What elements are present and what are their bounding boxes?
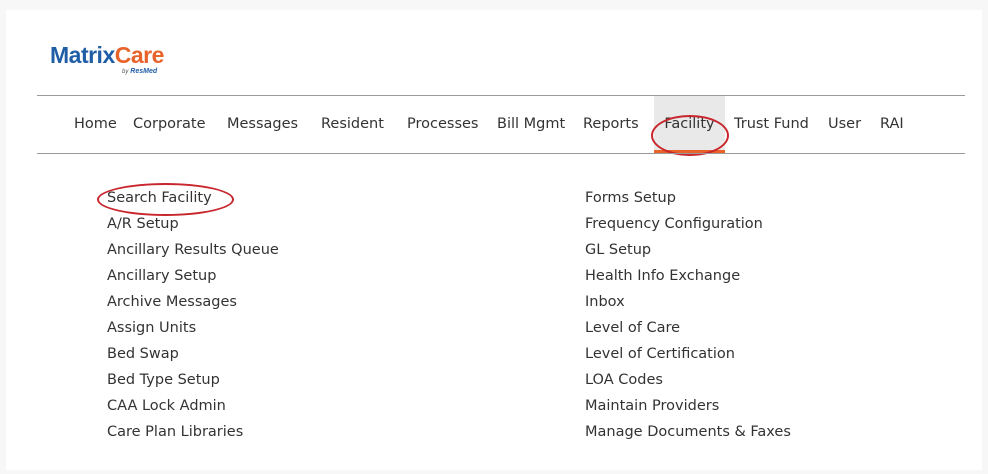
nav-messages[interactable]: Messages (227, 96, 298, 153)
menu-item-gl-setup[interactable]: GL Setup (585, 241, 651, 259)
logo-byline: by ResMed (122, 68, 157, 75)
menu-item-frequency-configuration[interactable]: Frequency Configuration (585, 215, 763, 233)
menu-item-inbox[interactable]: Inbox (585, 293, 625, 311)
menu-item-assign-units[interactable]: Assign Units (107, 319, 196, 337)
nav-user[interactable]: User (828, 96, 861, 153)
nav-home[interactable]: Home (74, 96, 117, 153)
menu-item-archive-messages[interactable]: Archive Messages (107, 293, 237, 311)
logo-byline-prefix: by (122, 69, 129, 75)
matrixcare-logo[interactable]: MatrixCare by ResMed (50, 42, 165, 75)
menu-item-care-plan-libraries[interactable]: Care Plan Libraries (107, 423, 243, 441)
menu-item-forms-setup[interactable]: Forms Setup (585, 189, 676, 207)
menu-item-bed-type-setup[interactable]: Bed Type Setup (107, 371, 220, 389)
logo-care-text: Care (114, 42, 165, 68)
menu-item-level-of-care[interactable]: Level of Care (585, 319, 680, 337)
menu-item-bed-swap[interactable]: Bed Swap (107, 345, 179, 363)
menu-item-loa-codes[interactable]: LOA Codes (585, 371, 663, 389)
nav-rai[interactable]: RAI (880, 96, 904, 153)
menu-item-ancillary-results-queue[interactable]: Ancillary Results Queue (107, 241, 279, 259)
menu-item-level-of-certification[interactable]: Level of Certification (585, 345, 735, 363)
nav-facility-label: Facility (664, 116, 715, 132)
nav-bottom-divider (37, 153, 965, 154)
nav-processes[interactable]: Processes (407, 96, 478, 153)
menu-item-health-info-exchange[interactable]: Health Info Exchange (585, 267, 740, 285)
nav-corporate[interactable]: Corporate (133, 96, 206, 153)
menu-item-caa-lock-admin[interactable]: CAA Lock Admin (107, 397, 226, 415)
nav-resident[interactable]: Resident (321, 96, 384, 153)
logo-byline-company: ResMed (130, 68, 158, 75)
logo-matrix-text: Matrix (50, 42, 115, 68)
nav-bill-mgmt[interactable]: Bill Mgmt (497, 96, 565, 153)
menu-item-manage-documents-faxes[interactable]: Manage Documents & Faxes (585, 423, 791, 441)
menu-item-ancillary-setup[interactable]: Ancillary Setup (107, 267, 216, 285)
menu-item-ar-setup[interactable]: A/R Setup (107, 215, 179, 233)
nav-facility[interactable]: Facility (654, 96, 725, 153)
menu-item-search-facility[interactable]: Search Facility (107, 189, 212, 207)
nav-reports[interactable]: Reports (583, 96, 639, 153)
menu-item-maintain-providers[interactable]: Maintain Providers (585, 397, 719, 415)
nav-trust-fund[interactable]: Trust Fund (734, 96, 809, 153)
